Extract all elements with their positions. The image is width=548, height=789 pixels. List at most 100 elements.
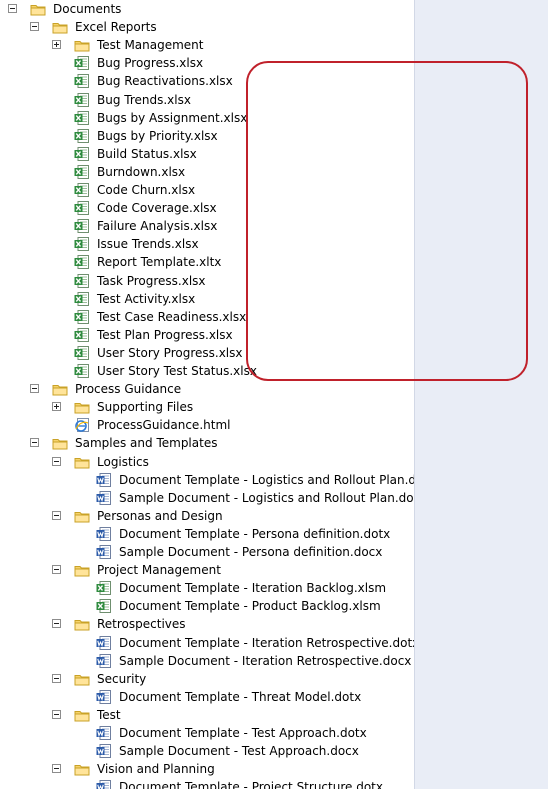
tree-node-label: Document Template - Logistics and Rollou… xyxy=(119,473,414,487)
excel-file-icon xyxy=(74,73,90,89)
tree-node-label: Sample Document - Persona definition.doc… xyxy=(119,545,383,559)
tree-file-node[interactable]: Burndown.xlsx xyxy=(0,163,414,181)
tree-file-node[interactable]: Document Template - Logistics and Rollou… xyxy=(0,471,414,489)
collapse-toggle-icon[interactable] xyxy=(52,565,61,574)
word-file-icon xyxy=(96,779,112,789)
excel-file-icon xyxy=(74,327,90,343)
tree-node-label: ProcessGuidance.html xyxy=(97,418,231,432)
collapse-toggle-icon[interactable] xyxy=(30,438,39,447)
tree-file-node[interactable]: Test Activity.xlsx xyxy=(0,290,414,308)
excel-file-icon xyxy=(74,182,90,198)
tree-file-node[interactable]: Test Plan Progress.xlsx xyxy=(0,326,414,344)
tree-file-node[interactable]: Build Status.xlsx xyxy=(0,145,414,163)
tree-file-node[interactable]: Issue Trends.xlsx xyxy=(0,235,414,253)
tree-folder-node[interactable]: Supporting Files xyxy=(0,398,414,416)
tree-node-label: Issue Trends.xlsx xyxy=(97,237,199,251)
tree-file-node[interactable]: Sample Document - Persona definition.doc… xyxy=(0,543,414,561)
tree-file-node[interactable]: Bug Progress.xlsx xyxy=(0,54,414,72)
tree-file-node[interactable]: Test Case Readiness.xlsx xyxy=(0,308,414,326)
word-file-icon xyxy=(96,635,112,651)
word-file-icon xyxy=(96,725,112,741)
folder-icon xyxy=(52,19,68,35)
expand-toggle-icon[interactable] xyxy=(52,402,61,411)
tree-node-label: Vision and Planning xyxy=(97,762,215,776)
tree-folder-node[interactable]: Project Management xyxy=(0,561,414,579)
expand-toggle-icon[interactable] xyxy=(52,40,61,49)
tree-file-node[interactable]: ProcessGuidance.html xyxy=(0,416,414,434)
word-file-icon xyxy=(96,689,112,705)
tree-node-label: Test Plan Progress.xlsx xyxy=(97,328,233,342)
tree-file-node[interactable]: Document Template - Test Approach.dotx xyxy=(0,724,414,742)
tree-node-label: Task Progress.xlsx xyxy=(97,274,206,288)
tree-file-node[interactable]: Code Churn.xlsx xyxy=(0,181,414,199)
tree-file-node[interactable]: Bugs by Priority.xlsx xyxy=(0,127,414,145)
tree-file-node[interactable]: Document Template - Persona definition.d… xyxy=(0,525,414,543)
collapse-toggle-icon[interactable] xyxy=(52,457,61,466)
tree-node-label: Test Management xyxy=(97,38,204,52)
tree-file-node[interactable]: Document Template - Iteration Backlog.xl… xyxy=(0,579,414,597)
tree-folder-node[interactable]: Documents xyxy=(0,0,414,18)
tree-node-label: Samples and Templates xyxy=(75,436,218,450)
tree-file-node[interactable]: User Story Progress.xlsx xyxy=(0,344,414,362)
tree-file-node[interactable]: Sample Document - Test Approach.docx xyxy=(0,742,414,760)
tree-folder-node[interactable]: Retrospectives xyxy=(0,615,414,633)
tree-folder-node[interactable]: Personas and Design xyxy=(0,507,414,525)
collapse-toggle-icon[interactable] xyxy=(52,674,61,683)
excel-file-icon xyxy=(74,128,90,144)
tree-node-label: Sample Document - Iteration Retrospectiv… xyxy=(119,654,412,668)
tree-node-label: Test Case Readiness.xlsx xyxy=(97,310,247,324)
tree-file-node[interactable]: Bug Reactivations.xlsx xyxy=(0,72,414,90)
tree-file-node[interactable]: Bug Trends.xlsx xyxy=(0,91,414,109)
collapse-toggle-icon[interactable] xyxy=(52,619,61,628)
tree-file-node[interactable]: Document Template - Product Backlog.xlsm xyxy=(0,597,414,615)
tree-folder-node[interactable]: Vision and Planning xyxy=(0,760,414,778)
tree-file-node[interactable]: User Story Test Status.xlsx xyxy=(0,362,414,380)
word-file-icon xyxy=(96,472,112,488)
tree-node-label: Code Coverage.xlsx xyxy=(97,201,217,215)
collapse-toggle-icon[interactable] xyxy=(52,764,61,773)
tree-file-node[interactable]: Bugs by Assignment.xlsx xyxy=(0,109,414,127)
collapse-toggle-icon[interactable] xyxy=(52,710,61,719)
tree-node-label: Security xyxy=(97,672,147,686)
tree-file-node[interactable]: Sample Document - Logistics and Rollout … xyxy=(0,489,414,507)
collapse-toggle-icon[interactable] xyxy=(30,22,39,31)
collapse-toggle-icon[interactable] xyxy=(52,511,61,520)
tree-node-label: Document Template - Persona definition.d… xyxy=(119,527,391,541)
tree-folder-node[interactable]: Excel Reports xyxy=(0,18,414,36)
tree-folder-node[interactable]: Logistics xyxy=(0,453,414,471)
tree-file-node[interactable]: Report Template.xltx xyxy=(0,253,414,271)
excel-file-icon xyxy=(74,92,90,108)
tree-file-node[interactable]: Sample Document - Iteration Retrospectiv… xyxy=(0,652,414,670)
collapse-toggle-icon[interactable] xyxy=(8,4,17,13)
tree-file-node[interactable]: Failure Analysis.xlsx xyxy=(0,217,414,235)
tree-node-label: Process Guidance xyxy=(75,382,182,396)
tree-node-label: Documents xyxy=(53,2,122,16)
tree-node-label: Sample Document - Test Approach.docx xyxy=(119,744,359,758)
tree-folder-node[interactable]: Test xyxy=(0,706,414,724)
tree-file-node[interactable]: Document Template - Threat Model.dotx xyxy=(0,688,414,706)
tree-folder-node[interactable]: Test Management xyxy=(0,36,414,54)
tree-node-label: Document Template - Project Structure.do… xyxy=(119,780,383,789)
excel-file-icon xyxy=(74,291,90,307)
folder-icon xyxy=(74,562,90,578)
tree-file-node[interactable]: Document Template - Iteration Retrospect… xyxy=(0,634,414,652)
tree-file-node[interactable]: Code Coverage.xlsx xyxy=(0,199,414,217)
tree-folder-node[interactable]: Security xyxy=(0,670,414,688)
tree-node-label: Logistics xyxy=(97,455,149,469)
tree-node-label: Bug Trends.xlsx xyxy=(97,93,191,107)
excel-file-icon xyxy=(74,146,90,162)
tree-file-node[interactable]: Document Template - Project Structure.do… xyxy=(0,778,414,789)
folder-icon xyxy=(74,761,90,777)
tree-node-label: User Story Progress.xlsx xyxy=(97,346,243,360)
folder-icon xyxy=(74,707,90,723)
tree-folder-node[interactable]: Process Guidance xyxy=(0,380,414,398)
tree-node-label: Build Status.xlsx xyxy=(97,147,197,161)
tree-folder-node[interactable]: Samples and Templates xyxy=(0,434,414,452)
tree-file-node[interactable]: Task Progress.xlsx xyxy=(0,272,414,290)
folder-icon xyxy=(30,1,46,17)
tree-node-label: User Story Test Status.xlsx xyxy=(97,364,257,378)
collapse-toggle-icon[interactable] xyxy=(30,384,39,393)
tree-node-label: Bug Reactivations.xlsx xyxy=(97,74,233,88)
tree-node-label: Burndown.xlsx xyxy=(97,165,186,179)
folder-icon xyxy=(52,435,68,451)
